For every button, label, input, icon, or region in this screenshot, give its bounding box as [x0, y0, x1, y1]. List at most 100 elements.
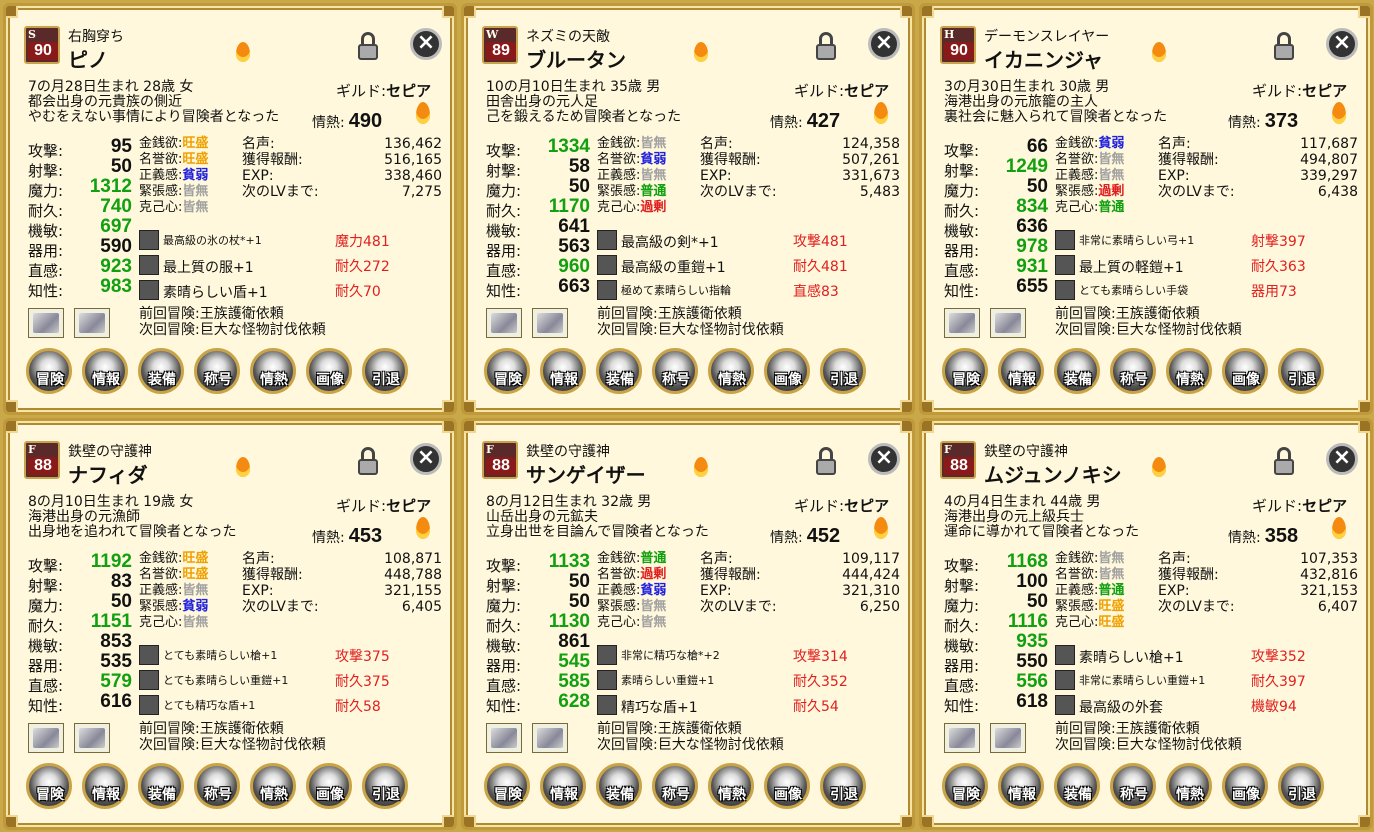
passion-button[interactable]: 情熱: [250, 763, 296, 809]
equip-button[interactable]: 装備: [596, 348, 642, 394]
retire-button[interactable]: 引退: [362, 763, 408, 809]
button-label: 装備: [606, 372, 634, 388]
unlock-icon[interactable]: [816, 447, 838, 475]
equip-button[interactable]: 装備: [1054, 763, 1100, 809]
image-button[interactable]: 画像: [306, 763, 352, 809]
title-button[interactable]: 称号: [652, 348, 698, 394]
weapon-skill-icon[interactable]: [486, 723, 522, 753]
image-button[interactable]: 画像: [306, 348, 352, 394]
equipment-row[interactable]: 最高級の剣*+1 攻撃481: [597, 228, 897, 253]
adventure-button[interactable]: 冒険: [942, 763, 988, 809]
close-icon[interactable]: ×: [868, 443, 900, 475]
button-label: 装備: [606, 787, 634, 803]
weapon-skill-icon[interactable]: [28, 723, 64, 753]
equipment-row[interactable]: とても素晴らしい重鎧+1 耐久375: [139, 668, 439, 693]
title-button[interactable]: 称号: [1110, 348, 1156, 394]
armor-skill-icon[interactable]: [990, 723, 1026, 753]
passion-button[interactable]: 情熱: [1166, 763, 1212, 809]
info-button[interactable]: 情報: [998, 763, 1044, 809]
equipment-row[interactable]: 最高級の重鎧+1 耐久481: [597, 253, 897, 278]
info-button[interactable]: 情報: [82, 763, 128, 809]
unlock-icon[interactable]: [1274, 447, 1296, 475]
close-icon[interactable]: ×: [410, 28, 442, 60]
stat-value: 535: [100, 651, 132, 672]
equipment-row[interactable]: とても精巧な盾+1 耐久58: [139, 693, 439, 718]
guild-info: ギルド:セピア: [1252, 495, 1347, 516]
equipment-row[interactable]: 素晴らしい槍+1 攻撃352: [1055, 643, 1355, 668]
equipment-row[interactable]: 非常に素晴らしい弓+1 射撃397: [1055, 228, 1355, 253]
retire-button[interactable]: 引退: [1278, 763, 1324, 809]
armor-skill-icon[interactable]: [532, 308, 568, 338]
close-icon[interactable]: ×: [1326, 443, 1358, 475]
retire-button[interactable]: 引退: [362, 348, 408, 394]
title-button[interactable]: 称号: [652, 763, 698, 809]
passion-button[interactable]: 情熱: [708, 348, 754, 394]
weapon-skill-icon[interactable]: [944, 723, 980, 753]
adventure-button[interactable]: 冒険: [484, 763, 530, 809]
close-icon[interactable]: ×: [1326, 28, 1358, 60]
trait-row: 名誉欲:皆無: [1055, 152, 1155, 168]
unlock-icon[interactable]: [358, 32, 380, 60]
stat-row: 機敏: 636: [944, 216, 1048, 240]
info-button[interactable]: 情報: [540, 763, 586, 809]
weapon-skill-icon[interactable]: [486, 308, 522, 338]
equipment-row[interactable]: 素晴らしい重鎧+1 耐久352: [597, 668, 897, 693]
equipment-row[interactable]: 非常に精巧な槍*+2 攻撃314: [597, 643, 897, 668]
class-level-badge: F 88: [940, 441, 976, 479]
image-button[interactable]: 画像: [1222, 763, 1268, 809]
image-button[interactable]: 画像: [764, 348, 810, 394]
passion-button[interactable]: 情熱: [708, 763, 754, 809]
image-button[interactable]: 画像: [1222, 348, 1268, 394]
equipment-row[interactable]: 最高級の氷の杖*+1 魔力481: [139, 228, 439, 253]
equipment-row[interactable]: 非常に素晴らしい重鎧+1 耐久397: [1055, 668, 1355, 693]
title-button[interactable]: 称号: [1110, 763, 1156, 809]
info-button[interactable]: 情報: [998, 348, 1044, 394]
equipment-row[interactable]: 最上質の軽鎧+1 耐久363: [1055, 253, 1355, 278]
equip-button[interactable]: 装備: [1054, 348, 1100, 394]
fame-list: 名声: 109,117 獲得報酬: 444,424 EXP: 321,310 次のLVまで:…: [700, 551, 900, 615]
equip-button[interactable]: 装備: [138, 763, 184, 809]
image-button[interactable]: 画像: [764, 763, 810, 809]
armor-skill-icon[interactable]: [74, 308, 110, 338]
info-button[interactable]: 情報: [540, 348, 586, 394]
info-button[interactable]: 情報: [82, 348, 128, 394]
retire-button[interactable]: 引退: [820, 348, 866, 394]
equipment-row[interactable]: とても素晴らしい槍+1 攻撃375: [139, 643, 439, 668]
equipment-row[interactable]: 精巧な盾+1 耐久54: [597, 693, 897, 718]
equipment-row[interactable]: とても素晴らしい手袋 器用73: [1055, 278, 1355, 303]
equipment-list: 非常に素晴らしい弓+1 射撃397 最上質の軽鎧+1 耐久363 とても素晴らしい手袋 器…: [1055, 228, 1355, 303]
trait-list: 金銭欲:旺盛 名誉欲:旺盛 正義感:皆無 緊張感:貧弱 克己心:皆無: [139, 551, 239, 631]
armor-skill-icon[interactable]: [990, 308, 1026, 338]
equip-button[interactable]: 装備: [138, 348, 184, 394]
character-name: ナフィダ: [68, 463, 148, 487]
equipment-row[interactable]: 素晴らしい盾+1 耐久70: [139, 278, 439, 303]
weapon-skill-icon[interactable]: [944, 308, 980, 338]
unlock-icon[interactable]: [816, 32, 838, 60]
armor-skill-icon[interactable]: [74, 723, 110, 753]
equipment-row[interactable]: 最上質の服+1 耐久272: [139, 253, 439, 278]
adventure-button[interactable]: 冒険: [484, 348, 530, 394]
passion-button[interactable]: 情熱: [250, 348, 296, 394]
retire-button[interactable]: 引退: [1278, 348, 1324, 394]
equipment-row[interactable]: 最高級の外套 機敏94: [1055, 693, 1355, 718]
equip-button[interactable]: 装備: [596, 763, 642, 809]
stat-value: 834: [1016, 196, 1048, 217]
unlock-icon[interactable]: [1274, 32, 1296, 60]
title-button[interactable]: 称号: [194, 763, 240, 809]
stat-row: 魔力: 50: [486, 176, 590, 200]
trait-row: 克己心:過剰: [597, 200, 697, 216]
fame-value: 321,153: [1300, 583, 1358, 599]
retire-button[interactable]: 引退: [820, 763, 866, 809]
stat-value: 923: [100, 256, 132, 277]
close-icon[interactable]: ×: [868, 28, 900, 60]
title-button[interactable]: 称号: [194, 348, 240, 394]
weapon-skill-icon[interactable]: [28, 308, 64, 338]
unlock-icon[interactable]: [358, 447, 380, 475]
close-icon[interactable]: ×: [410, 443, 442, 475]
adventure-button[interactable]: 冒険: [942, 348, 988, 394]
equipment-row[interactable]: 極めて素晴らしい指輪 直感83: [597, 278, 897, 303]
armor-skill-icon[interactable]: [532, 723, 568, 753]
passion-button[interactable]: 情熱: [1166, 348, 1212, 394]
adventure-button[interactable]: 冒険: [26, 348, 72, 394]
adventure-button[interactable]: 冒険: [26, 763, 72, 809]
